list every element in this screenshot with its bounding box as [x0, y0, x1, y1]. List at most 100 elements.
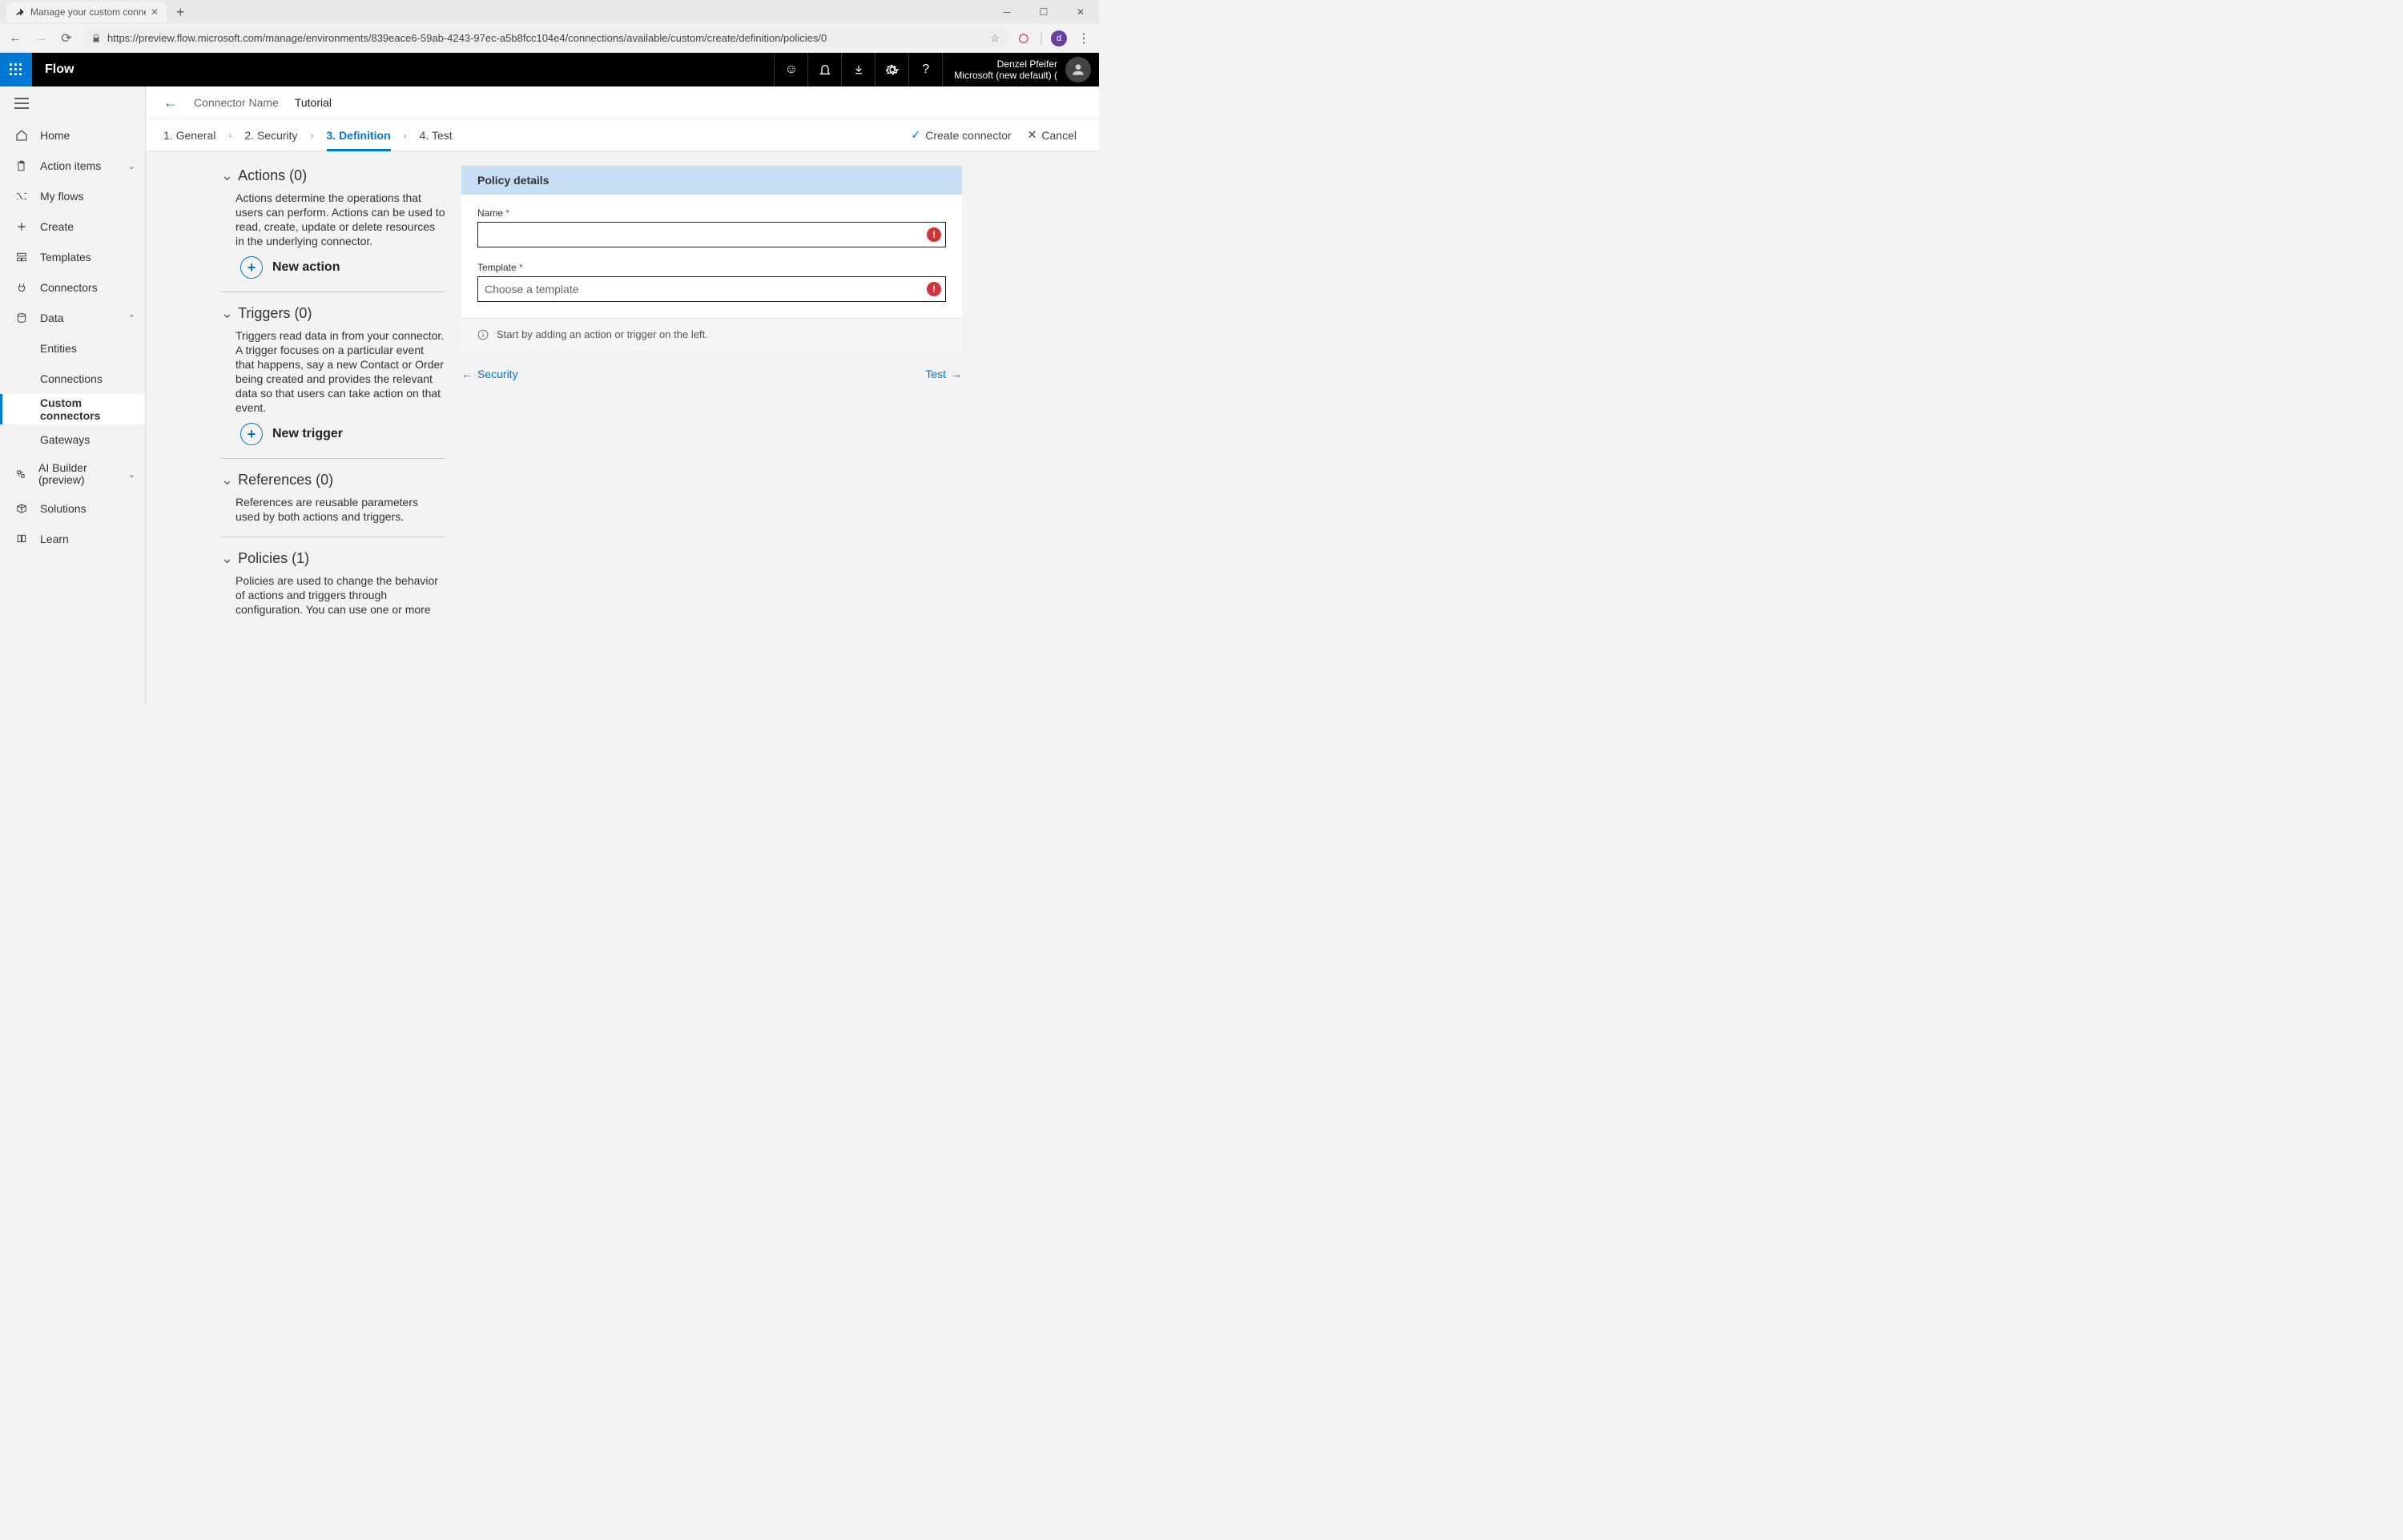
sidebar-item-custom-connectors[interactable]: Custom connectors — [0, 394, 145, 424]
definition-sidebar: ⌄ Actions (0) Actions determine the oper… — [221, 166, 445, 705]
sidebar-item-connections[interactable]: Connections — [0, 364, 145, 394]
user-menu[interactable]: Denzel Pfeifer Microsoft (new default) ( — [942, 53, 1099, 86]
sidebar-item-my-flows[interactable]: My flows — [0, 181, 145, 211]
url-field[interactable]: https://preview.flow.microsoft.com/manag… — [83, 29, 1008, 48]
browser-forward-button[interactable]: → — [32, 30, 50, 47]
app-title[interactable]: Flow — [32, 62, 87, 77]
browser-back-button[interactable]: ← — [6, 30, 24, 47]
favicon-icon — [14, 6, 26, 18]
new-action-button[interactable]: + New action — [240, 256, 445, 279]
window-close-button[interactable]: ✕ — [1062, 0, 1099, 24]
add-icon: + — [240, 423, 263, 445]
connector-icon — [14, 282, 29, 293]
sidebar-item-entities[interactable]: Entities — [0, 333, 145, 364]
add-icon: + — [240, 256, 263, 279]
policy-name-input[interactable] — [477, 222, 946, 247]
connector-name-label: Connector Name — [194, 96, 279, 109]
back-button[interactable]: ← — [163, 94, 178, 111]
template-select[interactable]: Choose a template — [477, 276, 946, 302]
url-text: https://preview.flow.microsoft.com/manag… — [107, 32, 984, 44]
chevron-up-icon: ⌃ — [128, 313, 135, 324]
browser-menu-button[interactable]: ⋮ — [1075, 30, 1093, 47]
triggers-section-header[interactable]: ⌄ Triggers (0) — [221, 305, 445, 322]
book-icon — [14, 533, 29, 545]
help-icon[interactable]: ? — [908, 53, 942, 86]
app-header: Flow ☺ ? Denzel Pfeifer Microsoft (new d… — [0, 53, 1099, 86]
sidebar-item-data[interactable]: Data ⌃ — [0, 303, 145, 333]
bookmark-star-icon[interactable]: ☆ — [990, 32, 1000, 45]
cancel-button[interactable]: ✕ Cancel — [1028, 128, 1077, 142]
browser-reload-button[interactable]: ⟳ — [58, 30, 75, 47]
sidebar-toggle-button[interactable] — [0, 86, 145, 120]
solutions-icon — [14, 503, 29, 514]
sidebar-item-templates[interactable]: Templates — [0, 242, 145, 272]
plus-icon — [14, 221, 29, 232]
actions-section-header[interactable]: ⌄ Actions (0) — [221, 167, 445, 184]
sidebar-item-label: My flows — [40, 190, 83, 203]
window-controls: ─ ☐ ✕ — [988, 0, 1099, 24]
chevron-right-icon: › — [404, 130, 407, 141]
sidebar-item-label: Templates — [40, 251, 91, 263]
prev-security-link[interactable]: ← Security — [461, 368, 518, 380]
sidebar: Home Action items ⌄ My flows Create Temp… — [0, 86, 146, 705]
error-icon: ! — [927, 282, 941, 296]
home-icon — [14, 129, 29, 142]
step-definition[interactable]: 3. Definition — [327, 129, 391, 142]
window-maximize-button[interactable]: ☐ — [1025, 0, 1062, 24]
profile-avatar-icon[interactable]: d — [1051, 30, 1067, 46]
new-tab-button[interactable]: + — [171, 4, 190, 21]
check-icon: ✓ — [912, 128, 921, 142]
policy-details-header: Policy details — [461, 166, 962, 195]
new-trigger-button[interactable]: + New trigger — [240, 423, 445, 445]
arrow-right-icon: → — [951, 368, 962, 380]
references-section-header[interactable]: ⌄ References (0) — [221, 472, 445, 489]
sidebar-item-create[interactable]: Create — [0, 211, 145, 242]
step-general[interactable]: 1. General — [163, 129, 215, 142]
sidebar-item-label: Action items — [40, 159, 101, 172]
sidebar-item-action-items[interactable]: Action items ⌄ — [0, 151, 145, 181]
sidebar-item-connectors[interactable]: Connectors — [0, 272, 145, 303]
lock-icon — [91, 33, 101, 44]
chevron-down-icon: ⌄ — [221, 472, 233, 489]
window-minimize-button[interactable]: ─ — [988, 0, 1025, 24]
chevron-down-icon: ⌄ — [221, 550, 233, 567]
sidebar-item-ai-builder[interactable]: AI Builder (preview) ⌄ — [0, 455, 145, 493]
create-connector-button[interactable]: ✓ Create connector — [912, 128, 1012, 142]
policies-section-header[interactable]: ⌄ Policies (1) — [221, 550, 445, 567]
step-test[interactable]: 4. Test — [420, 129, 453, 142]
notifications-icon[interactable] — [807, 53, 841, 86]
step-security[interactable]: 2. Security — [244, 129, 297, 142]
app-launcher-button[interactable] — [0, 53, 32, 86]
download-icon[interactable] — [841, 53, 875, 86]
close-icon: ✕ — [1028, 128, 1037, 142]
sidebar-item-label: Create — [40, 220, 74, 233]
sidebar-item-home[interactable]: Home — [0, 120, 145, 151]
next-test-link[interactable]: Test → — [925, 368, 962, 380]
references-description: References are reusable parameters used … — [235, 495, 445, 524]
sidebar-item-learn[interactable]: Learn — [0, 524, 145, 554]
actions-description: Actions determine the operations that us… — [235, 191, 445, 248]
wizard-steps: 1. General › 2. Security › 3. Definition… — [146, 119, 1099, 151]
sidebar-item-solutions[interactable]: Solutions — [0, 493, 145, 524]
browser-tab[interactable]: Manage your custom connectors ✕ — [6, 2, 167, 22]
sidebar-item-label: Learn — [40, 533, 69, 545]
tenant-name: Microsoft (new default) ( — [954, 70, 1057, 81]
settings-icon[interactable] — [875, 53, 908, 86]
ai-icon — [14, 468, 27, 480]
sidebar-item-gateways[interactable]: Gateways — [0, 424, 145, 455]
chevron-down-icon: ⌄ — [221, 305, 233, 322]
sidebar-item-label: Connectors — [40, 281, 98, 294]
data-icon — [14, 312, 29, 324]
chevron-down-icon: ⌄ — [221, 167, 233, 184]
tab-close-icon[interactable]: ✕ — [151, 6, 159, 18]
sidebar-item-label: AI Builder (preview) — [38, 462, 117, 486]
info-icon — [477, 329, 489, 340]
tab-title: Manage your custom connectors — [30, 6, 146, 18]
template-icon — [14, 251, 29, 263]
sidebar-item-label: Data — [40, 312, 64, 324]
arrow-left-icon: ← — [461, 368, 473, 380]
flow-icon — [14, 191, 29, 202]
policies-description: Policies are used to change the behavior… — [235, 573, 445, 617]
feedback-icon[interactable]: ☺ — [774, 53, 807, 86]
extension-icon[interactable]: ◯ — [1016, 30, 1032, 46]
